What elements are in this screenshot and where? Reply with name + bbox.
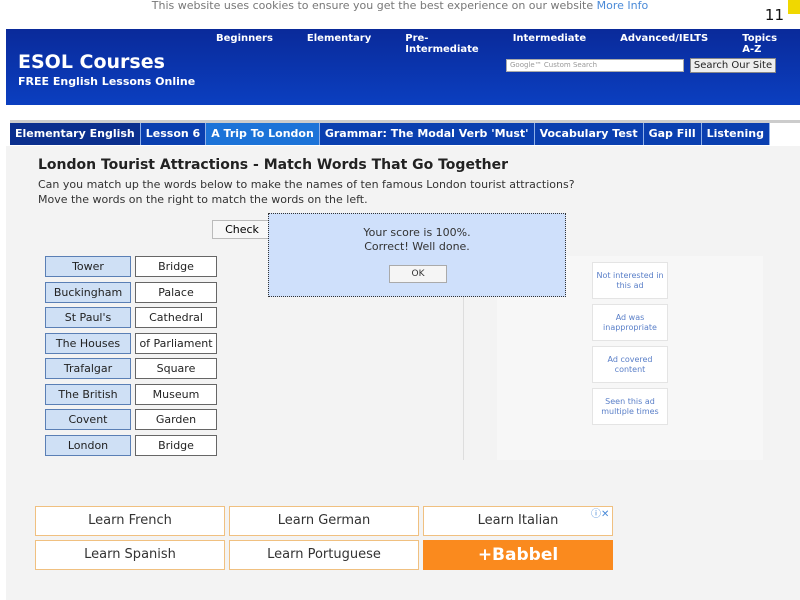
answer-word[interactable]: Bridge (135, 434, 217, 456)
site-header: Beginners Elementary Pre-Intermediate In… (6, 29, 800, 105)
site-title[interactable]: ESOL Courses (18, 51, 165, 73)
ad-learn-french[interactable]: Learn French (35, 506, 225, 536)
answer-word[interactable]: Museum (135, 383, 217, 405)
check-button[interactable]: Check (212, 220, 272, 239)
ad-feedback-inappropriate[interactable]: Ad was inappropriate (592, 304, 668, 341)
site-subtitle: FREE English Lessons Online (18, 75, 196, 88)
ad-close-icon[interactable]: ⓘ✕ (591, 505, 609, 520)
nav-beginners[interactable]: Beginners (216, 33, 273, 55)
ad-learn-portuguese[interactable]: Learn Portuguese (229, 540, 419, 570)
answer-word[interactable]: Cathedral (135, 307, 217, 328)
answer-word[interactable]: Garden (135, 409, 217, 430)
result-text: Correct! Well done. (364, 240, 470, 253)
score-text: Your score is 100%. (363, 226, 471, 239)
ad-learn-spanish[interactable]: Learn Spanish (35, 540, 225, 570)
ad-feedback-not-interested[interactable]: Not interested in this ad (592, 262, 668, 299)
intro-text: Can you match up the words below to make… (38, 178, 575, 191)
nav-advanced[interactable]: Advanced/IELTS (620, 33, 708, 55)
answer-word[interactable]: Palace (135, 281, 217, 303)
fixed-word: Covent (45, 409, 131, 430)
ad-feedback-seen-multiple[interactable]: Seen this ad multiple times (592, 388, 668, 425)
fixed-word: Buckingham (45, 281, 131, 303)
slide-number: 11 (760, 0, 800, 26)
crumb-elementary-english[interactable]: Elementary English (10, 123, 141, 145)
ad-feedback-covered[interactable]: Ad covered content (592, 346, 668, 383)
nav-elementary[interactable]: Elementary (307, 33, 371, 55)
slide-number-text: 11 (764, 6, 784, 24)
crumb-vocabulary-test[interactable]: Vocabulary Test (535, 123, 644, 145)
cookie-banner: This website uses cookies to ensure you … (0, 0, 800, 20)
crumb-grammar[interactable]: Grammar: The Modal Verb 'Must' (320, 123, 535, 145)
fixed-word: The British (45, 383, 131, 405)
nav-topics[interactable]: Topics A-Z (742, 33, 777, 55)
intro-text: Move the words on the right to match the… (38, 193, 368, 206)
answer-word[interactable]: Square (135, 358, 217, 379)
top-nav: Beginners Elementary Pre-Intermediate In… (216, 33, 800, 55)
cookie-text: This website uses cookies to ensure you … (151, 0, 594, 12)
fixed-word: St Paul's (45, 307, 131, 328)
fixed-word: The Houses (45, 332, 131, 354)
breadcrumb: Elementary English Lesson 6 A Trip To Lo… (10, 123, 770, 145)
nav-pre-intermediate[interactable]: Pre-Intermediate (405, 33, 478, 55)
crumb-gap-fill[interactable]: Gap Fill (644, 123, 702, 145)
answer-word[interactable]: Bridge (135, 256, 217, 277)
search-input[interactable]: Google™ Custom Search (506, 59, 684, 72)
fixed-word: London (45, 434, 131, 456)
fixed-word: Trafalgar (45, 358, 131, 379)
ad-babbel[interactable]: +Babbel (423, 540, 613, 570)
crumb-trip-to-london[interactable]: A Trip To London (206, 123, 320, 145)
crumb-listening[interactable]: Listening (702, 123, 770, 145)
page-title: London Tourist Attractions - Match Words… (38, 157, 509, 173)
answer-word[interactable]: of Parliament (135, 332, 217, 354)
more-info-link[interactable]: More Info (597, 0, 649, 12)
ad-learn-german[interactable]: Learn German (229, 506, 419, 536)
score-dialog: Your score is 100%. Correct! Well done. … (268, 213, 566, 297)
nav-intermediate[interactable]: Intermediate (513, 33, 586, 55)
fixed-word: Tower (45, 256, 131, 277)
ad-learn-italian[interactable]: Learn Italian (423, 506, 613, 536)
crumb-lesson-6[interactable]: Lesson 6 (141, 123, 207, 145)
ok-button[interactable]: OK (389, 265, 447, 283)
search-button[interactable]: Search Our Site (690, 58, 776, 73)
